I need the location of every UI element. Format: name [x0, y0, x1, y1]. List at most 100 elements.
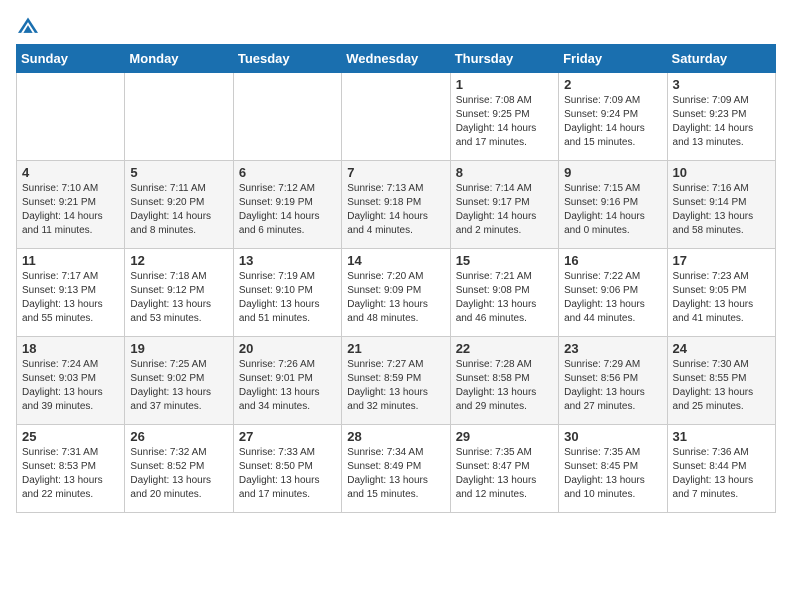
day-info: Sunrise: 7:15 AM Sunset: 9:16 PM Dayligh…: [564, 182, 661, 238]
calendar-cell: 18Sunrise: 7:24 AM Sunset: 9:03 PM Dayli…: [17, 337, 125, 425]
calendar-cell: 24Sunrise: 7:30 AM Sunset: 8:55 PM Dayli…: [667, 337, 775, 425]
calendar-cell: 31 Sunrise: 7:36 AM Sunset: 8:44 PM Dayli…: [667, 425, 775, 513]
day-info: Sunrise: 7:19 AM Sunset: 9:10 PM Dayligh…: [239, 270, 336, 326]
calendar-cell: 4 Sunrise: 7:10 AM Sunset: 9:21 PM Daylig…: [17, 161, 125, 249]
day-number: 22: [456, 341, 553, 356]
calendar-cell: 19 Sunrise: 7:25 AM Sunset: 9:02 PM Dayli…: [125, 337, 233, 425]
calendar-cell: [233, 73, 341, 161]
day-number: 29: [456, 429, 553, 444]
calendar-cell: 9 Sunrise: 7:15 AM Sunset: 9:16 PM Daylig…: [559, 161, 667, 249]
day-info: Sunrise: 7:18 AM Sunset: 9:12 PM Dayligh…: [130, 270, 227, 326]
calendar-cell: [17, 73, 125, 161]
day-info: Sunrise: 7:24 AM Sunset: 9:03 PM Dayligh…: [22, 358, 119, 414]
day-number: 1: [456, 77, 553, 92]
week-row-4: 18Sunrise: 7:24 AM Sunset: 9:03 PM Dayli…: [17, 337, 776, 425]
calendar-cell: 10Sunrise: 7:16 AM Sunset: 9:14 PM Dayli…: [667, 161, 775, 249]
day-info: Sunrise: 7:20 AM Sunset: 9:09 PM Dayligh…: [347, 270, 444, 326]
day-number: 31: [673, 429, 770, 444]
day-number: 9: [564, 165, 661, 180]
day-number: 19: [130, 341, 227, 356]
day-info: Sunrise: 7:30 AM Sunset: 8:55 PM Dayligh…: [673, 358, 770, 414]
calendar-cell: 20Sunrise: 7:26 AM Sunset: 9:01 PM Dayli…: [233, 337, 341, 425]
day-info: Sunrise: 7:11 AM Sunset: 9:20 PM Dayligh…: [130, 182, 227, 238]
day-number: 12: [130, 253, 227, 268]
day-number: 14: [347, 253, 444, 268]
day-info: Sunrise: 7:08 AM Sunset: 9:25 PM Dayligh…: [456, 94, 553, 150]
calendar-cell: 17 Sunrise: 7:23 AM Sunset: 9:05 PM Dayli…: [667, 249, 775, 337]
calendar-cell: 15 Sunrise: 7:21 AM Sunset: 9:08 PM Dayli…: [450, 249, 558, 337]
day-info: Sunrise: 7:27 AM Sunset: 8:59 PM Dayligh…: [347, 358, 444, 414]
day-info: Sunrise: 7:32 AM Sunset: 8:52 PM Dayligh…: [130, 446, 227, 502]
day-info: Sunrise: 7:09 AM Sunset: 9:23 PM Dayligh…: [673, 94, 770, 150]
calendar-cell: 1 Sunrise: 7:08 AM Sunset: 9:25 PM Daylig…: [450, 73, 558, 161]
days-header-row: SundayMondayTuesdayWednesdayThursdayFrid…: [17, 45, 776, 73]
calendar-cell: [125, 73, 233, 161]
day-info: Sunrise: 7:34 AM Sunset: 8:49 PM Dayligh…: [347, 446, 444, 502]
day-info: Sunrise: 7:14 AM Sunset: 9:17 PM Dayligh…: [456, 182, 553, 238]
day-number: 5: [130, 165, 227, 180]
day-info: Sunrise: 7:28 AM Sunset: 8:58 PM Dayligh…: [456, 358, 553, 414]
calendar-cell: 21 Sunrise: 7:27 AM Sunset: 8:59 PM Dayli…: [342, 337, 450, 425]
day-header-thursday: Thursday: [450, 45, 558, 73]
logo-icon: [16, 16, 40, 36]
day-info: Sunrise: 7:26 AM Sunset: 9:01 PM Dayligh…: [239, 358, 336, 414]
calendar-cell: 27Sunrise: 7:33 AM Sunset: 8:50 PM Dayli…: [233, 425, 341, 513]
week-row-3: 11 Sunrise: 7:17 AM Sunset: 9:13 PM Dayli…: [17, 249, 776, 337]
day-info: Sunrise: 7:23 AM Sunset: 9:05 PM Dayligh…: [673, 270, 770, 326]
day-number: 15: [456, 253, 553, 268]
day-number: 26: [130, 429, 227, 444]
calendar-cell: 12 Sunrise: 7:18 AM Sunset: 9:12 PM Dayli…: [125, 249, 233, 337]
calendar-cell: 8 Sunrise: 7:14 AM Sunset: 9:17 PM Daylig…: [450, 161, 558, 249]
day-number: 16: [564, 253, 661, 268]
day-number: 2: [564, 77, 661, 92]
calendar-cell: 29 Sunrise: 7:35 AM Sunset: 8:47 PM Dayli…: [450, 425, 558, 513]
calendar-cell: 3 Sunrise: 7:09 AM Sunset: 9:23 PM Daylig…: [667, 73, 775, 161]
day-number: 28: [347, 429, 444, 444]
day-number: 4: [22, 165, 119, 180]
day-info: Sunrise: 7:17 AM Sunset: 9:13 PM Dayligh…: [22, 270, 119, 326]
calendar-cell: 11 Sunrise: 7:17 AM Sunset: 9:13 PM Dayli…: [17, 249, 125, 337]
week-row-2: 4 Sunrise: 7:10 AM Sunset: 9:21 PM Daylig…: [17, 161, 776, 249]
day-number: 21: [347, 341, 444, 356]
logo: [16, 16, 44, 36]
calendar-cell: 14 Sunrise: 7:20 AM Sunset: 9:09 PM Dayli…: [342, 249, 450, 337]
calendar-cell: 23Sunrise: 7:29 AM Sunset: 8:56 PM Dayli…: [559, 337, 667, 425]
day-info: Sunrise: 7:35 AM Sunset: 8:45 PM Dayligh…: [564, 446, 661, 502]
calendar-cell: 16 Sunrise: 7:22 AM Sunset: 9:06 PM Dayli…: [559, 249, 667, 337]
calendar-cell: 5 Sunrise: 7:11 AM Sunset: 9:20 PM Daylig…: [125, 161, 233, 249]
day-info: Sunrise: 7:21 AM Sunset: 9:08 PM Dayligh…: [456, 270, 553, 326]
day-info: Sunrise: 7:09 AM Sunset: 9:24 PM Dayligh…: [564, 94, 661, 150]
day-info: Sunrise: 7:16 AM Sunset: 9:14 PM Dayligh…: [673, 182, 770, 238]
calendar-cell: 26 Sunrise: 7:32 AM Sunset: 8:52 PM Dayli…: [125, 425, 233, 513]
day-info: Sunrise: 7:25 AM Sunset: 9:02 PM Dayligh…: [130, 358, 227, 414]
calendar-cell: [342, 73, 450, 161]
day-number: 8: [456, 165, 553, 180]
calendar-cell: 30 Sunrise: 7:35 AM Sunset: 8:45 PM Dayli…: [559, 425, 667, 513]
day-info: Sunrise: 7:33 AM Sunset: 8:50 PM Dayligh…: [239, 446, 336, 502]
day-number: 6: [239, 165, 336, 180]
calendar-table: SundayMondayTuesdayWednesdayThursdayFrid…: [16, 44, 776, 513]
calendar-cell: 2 Sunrise: 7:09 AM Sunset: 9:24 PM Daylig…: [559, 73, 667, 161]
day-number: 3: [673, 77, 770, 92]
day-info: Sunrise: 7:29 AM Sunset: 8:56 PM Dayligh…: [564, 358, 661, 414]
day-number: 30: [564, 429, 661, 444]
day-number: 25: [22, 429, 119, 444]
calendar-cell: 7 Sunrise: 7:13 AM Sunset: 9:18 PM Daylig…: [342, 161, 450, 249]
day-number: 17: [673, 253, 770, 268]
day-header-sunday: Sunday: [17, 45, 125, 73]
calendar-cell: 6 Sunrise: 7:12 AM Sunset: 9:19 PM Daylig…: [233, 161, 341, 249]
day-number: 7: [347, 165, 444, 180]
day-info: Sunrise: 7:35 AM Sunset: 8:47 PM Dayligh…: [456, 446, 553, 502]
day-info: Sunrise: 7:10 AM Sunset: 9:21 PM Dayligh…: [22, 182, 119, 238]
day-number: 11: [22, 253, 119, 268]
day-info: Sunrise: 7:13 AM Sunset: 9:18 PM Dayligh…: [347, 182, 444, 238]
day-info: Sunrise: 7:36 AM Sunset: 8:44 PM Dayligh…: [673, 446, 770, 502]
calendar-cell: 22 Sunrise: 7:28 AM Sunset: 8:58 PM Dayli…: [450, 337, 558, 425]
day-info: Sunrise: 7:31 AM Sunset: 8:53 PM Dayligh…: [22, 446, 119, 502]
day-header-monday: Monday: [125, 45, 233, 73]
calendar-cell: 28 Sunrise: 7:34 AM Sunset: 8:49 PM Dayli…: [342, 425, 450, 513]
page-header: [16, 16, 776, 36]
day-info: Sunrise: 7:12 AM Sunset: 9:19 PM Dayligh…: [239, 182, 336, 238]
day-info: Sunrise: 7:22 AM Sunset: 9:06 PM Dayligh…: [564, 270, 661, 326]
calendar-cell: 25 Sunrise: 7:31 AM Sunset: 8:53 PM Dayli…: [17, 425, 125, 513]
